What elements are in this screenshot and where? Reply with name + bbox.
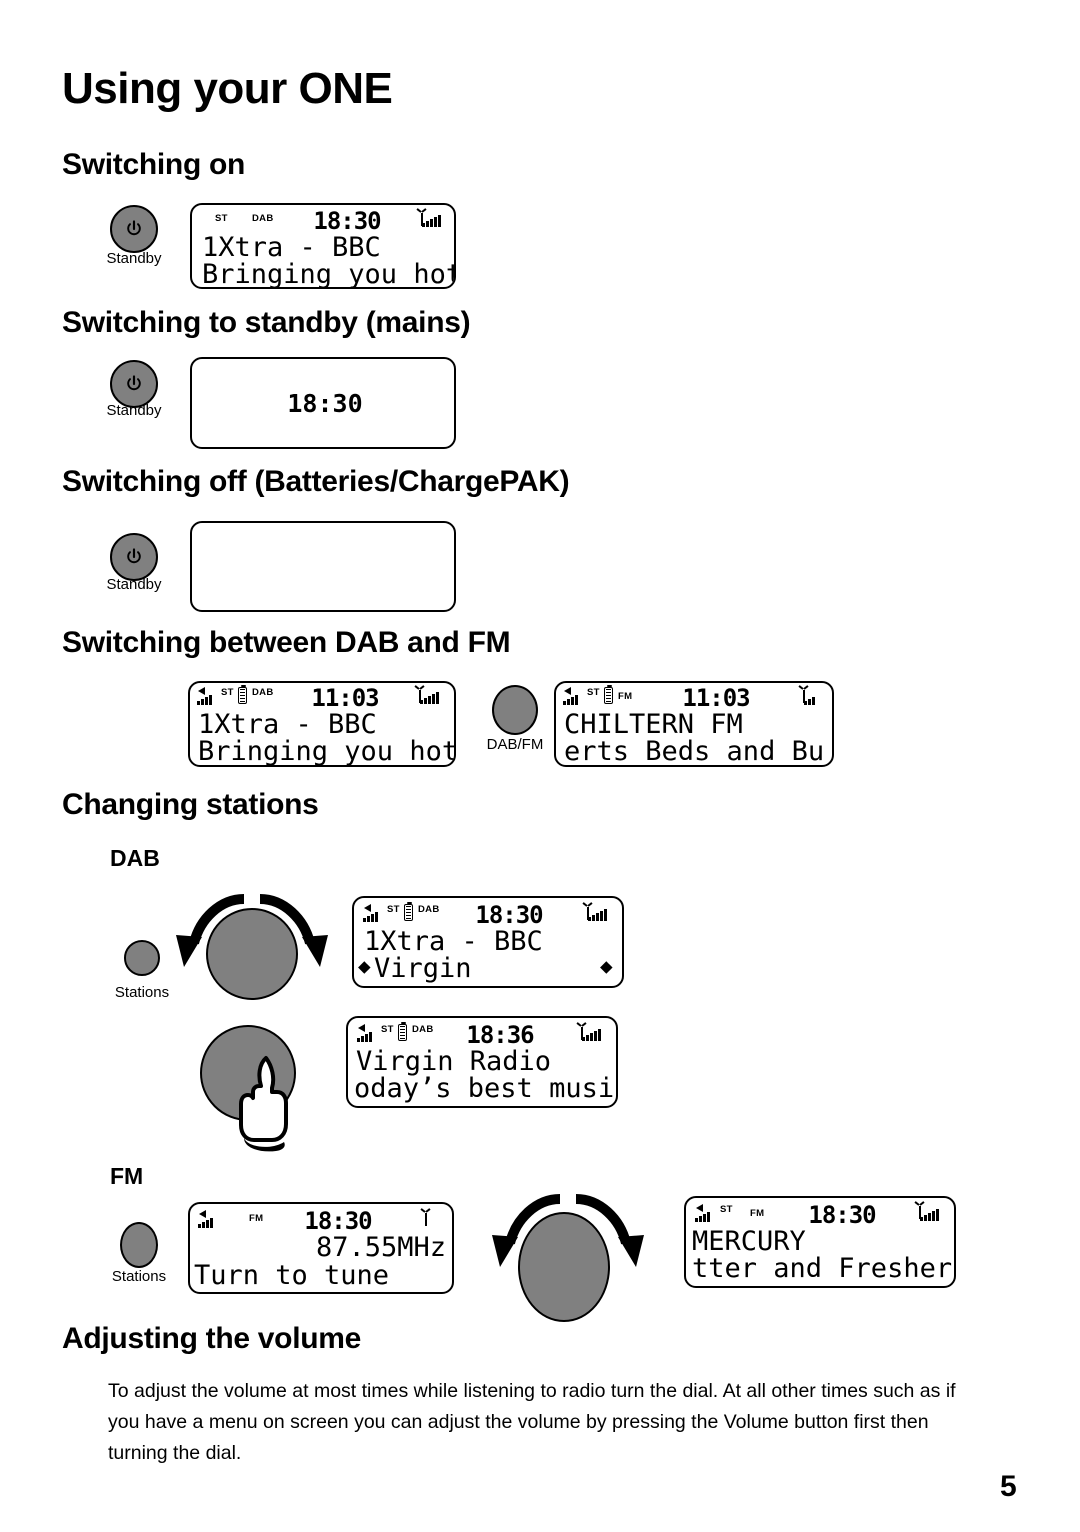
signal-bars-icon xyxy=(420,691,439,704)
power-icon xyxy=(112,207,156,251)
standby-button-label: Standby xyxy=(106,250,162,267)
heading-switching-dab-fm: Switching between DAB and FM xyxy=(62,626,511,659)
lcd-line-1: 87.55MHz xyxy=(315,1232,446,1263)
heading-switching-off: Switching off (Batteries/ChargePAK) xyxy=(62,465,570,498)
signal-bars-icon xyxy=(582,1028,601,1041)
manual-page: Using your ONE Switching on Standby ST D… xyxy=(0,0,1080,1532)
volume-bars-icon xyxy=(563,693,578,705)
lcd-line-2: oday’s best musi xyxy=(354,1073,615,1104)
lcd-display-fm-tuned: ST FM 18:30 MERCURY tter and Fresher xyxy=(684,1196,956,1288)
st-indicator: ST xyxy=(221,687,234,698)
volume-paragraph: To adjust the volume at most times while… xyxy=(108,1380,956,1464)
clock: 18:30 xyxy=(808,1201,876,1229)
band-indicator: DAB xyxy=(412,1024,434,1035)
lcd-line-2: Turn to tune xyxy=(194,1260,390,1291)
st-indicator: ST xyxy=(387,904,400,915)
band-indicator: FM xyxy=(618,691,633,702)
antenna-icon xyxy=(420,1208,431,1226)
lcd-line-2: Virgin xyxy=(374,953,472,984)
volume-bars-icon xyxy=(198,1216,213,1228)
signal-bars-icon xyxy=(804,695,815,705)
power-icon xyxy=(112,362,156,406)
band-indicator: DAB xyxy=(418,904,440,915)
band-indicator: FM xyxy=(750,1208,765,1219)
signal-bars-icon xyxy=(920,1208,939,1221)
heading-adjusting-volume: Adjusting the volume xyxy=(62,1322,362,1355)
lcd-display-dab-turn: ST DAB 18:30 1Xtra - BBC ◆ Virgin ◆ xyxy=(352,896,624,988)
lcd-display-standby-clock: 18:30 xyxy=(190,357,456,449)
clock: 18:30 xyxy=(475,901,543,929)
lcd-display-dab: ST DAB 11:03 1Xtra - BBC Bringing you ho… xyxy=(188,681,456,767)
heading-changing-stations: Changing stations xyxy=(62,788,319,821)
volume-bars-icon xyxy=(357,1030,372,1042)
st-indicator: ST xyxy=(720,1204,733,1215)
pressing-hand-icon xyxy=(228,1052,306,1152)
power-icon xyxy=(112,535,156,579)
lcd-display-blank xyxy=(190,521,456,612)
tuning-dial-dab[interactable] xyxy=(206,908,298,1000)
clock: 18:30 xyxy=(313,207,381,235)
battery-icon xyxy=(398,1021,407,1041)
lcd-line-2: Bringing you hot xyxy=(198,736,456,767)
lcd-display-dab-pressed: ST DAB 18:36 Virgin Radio oday’s best mu… xyxy=(346,1016,618,1108)
band-indicator: FM xyxy=(249,1213,264,1224)
st-indicator: ST xyxy=(587,687,600,698)
page-number: 5 xyxy=(1000,1470,1017,1503)
lcd-display-switching-on: ST DAB 18:30 1Xtra - BBC Bringing you ho… xyxy=(190,203,456,289)
standby-button-mains-label: Standby xyxy=(106,402,162,419)
clock: 18:30 xyxy=(304,1207,372,1235)
st-indicator: ST xyxy=(381,1024,394,1035)
signal-bars-icon xyxy=(588,908,607,921)
standby-button-batteries-label: Standby xyxy=(106,576,162,593)
heading-switching-on: Switching on xyxy=(62,148,246,181)
signal-bars-icon xyxy=(422,214,441,227)
battery-icon xyxy=(604,684,613,704)
dab-fm-button[interactable] xyxy=(492,685,538,735)
volume-bars-icon xyxy=(695,1210,710,1222)
st-indicator: ST xyxy=(215,213,228,224)
subheading-dab: DAB xyxy=(110,845,160,871)
dab-fm-button-label: DAB/FM xyxy=(486,736,544,753)
band-indicator: DAB xyxy=(252,687,274,698)
standby-clock: 18:30 xyxy=(287,389,363,418)
volume-bars-icon xyxy=(363,910,378,922)
lcd-arrow-left: ◆ xyxy=(358,954,371,978)
clock: 18:36 xyxy=(466,1021,534,1049)
battery-icon xyxy=(404,901,413,921)
lcd-line-2: Bringing you hot xyxy=(202,259,456,289)
tuning-dial-fm[interactable] xyxy=(518,1212,610,1322)
battery-icon xyxy=(238,684,247,704)
band-indicator: DAB xyxy=(252,213,274,224)
volume-bars-icon xyxy=(197,693,212,705)
lcd-arrow-right: ◆ xyxy=(600,954,613,978)
clock: 11:03 xyxy=(682,684,750,712)
stations-button-fm[interactable] xyxy=(120,1222,158,1268)
standby-button[interactable] xyxy=(110,205,158,253)
heading-switching-to-standby: Switching to standby (mains) xyxy=(62,306,471,339)
lcd-line-2: tter and Fresher xyxy=(692,1253,953,1284)
lcd-display-fm-tune: FM 18:30 87.55MHz Turn to tune xyxy=(188,1202,454,1294)
lcd-display-fm: ST FM 11:03 CHILTERN FM erts Beds and Bu xyxy=(554,681,834,767)
lcd-line-2: erts Beds and Bu xyxy=(564,736,825,767)
clock: 11:03 xyxy=(311,684,379,712)
standby-button-mains[interactable] xyxy=(110,360,158,408)
stations-button-fm-label: Stations xyxy=(111,1268,167,1285)
subheading-fm: FM xyxy=(110,1163,144,1189)
stations-button-dab[interactable] xyxy=(124,940,160,976)
standby-button-batteries[interactable] xyxy=(110,533,158,581)
page-title: Using your ONE xyxy=(62,64,393,113)
